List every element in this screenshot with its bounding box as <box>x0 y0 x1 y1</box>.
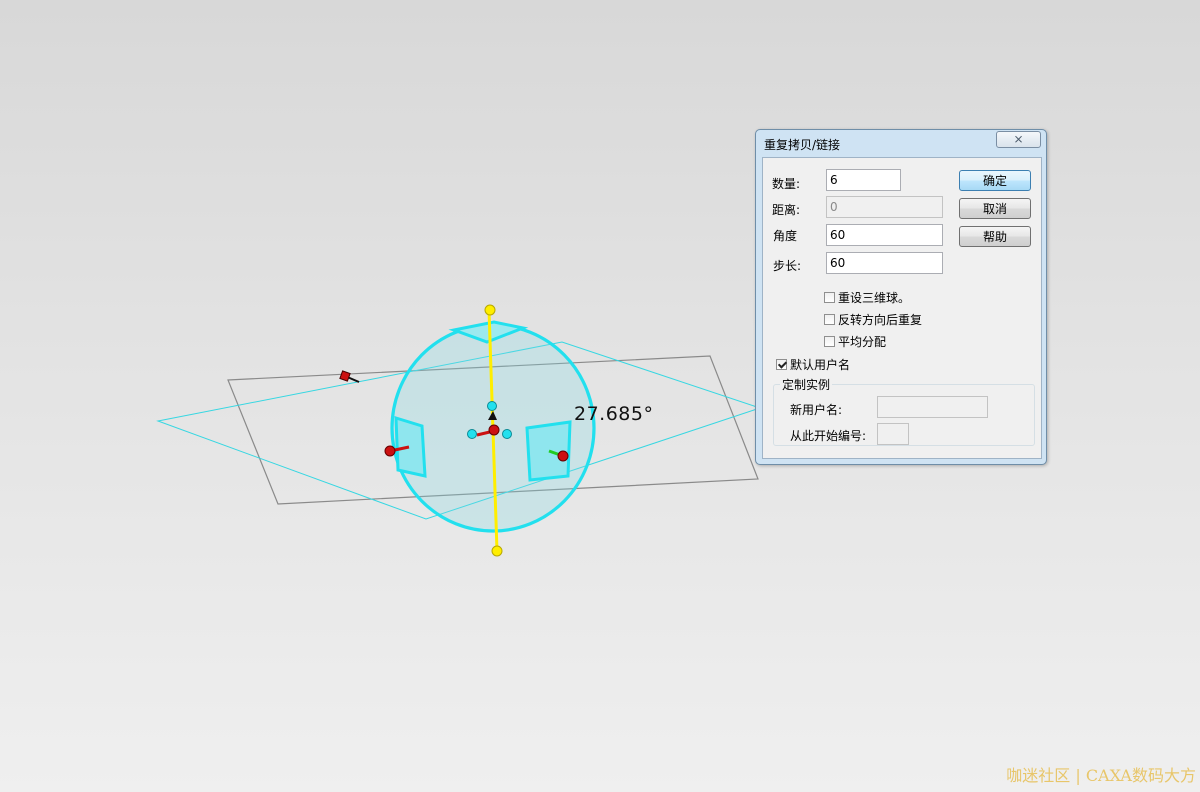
reverse-repeat-label: 反转方向后重复 <box>838 313 923 327</box>
angle-label: 角度 <box>773 229 798 243</box>
checkbox-box[interactable] <box>824 314 835 325</box>
angle-input[interactable] <box>826 224 943 246</box>
right-red-handle[interactable] <box>557 450 569 462</box>
close-button[interactable]: ⨯ <box>996 131 1041 148</box>
center-right-dot[interactable] <box>502 429 512 439</box>
dialog-title: 重复拷贝/链接 <box>764 138 841 152</box>
left-red-handle[interactable] <box>384 445 396 457</box>
count-input[interactable] <box>826 169 901 191</box>
start-number-label: 从此开始编号: <box>790 429 867 443</box>
center-left-dot[interactable] <box>467 429 477 439</box>
dialog-titlebar[interactable]: 重复拷贝/链接 ⨯ <box>756 130 1046 156</box>
angle-readout: 27.685° <box>574 403 654 425</box>
checkbox-box[interactable] <box>776 359 787 370</box>
reset-ball-label: 重设三维球。 <box>838 291 911 305</box>
new-username-label: 新用户名: <box>790 403 843 417</box>
count-label: 数量: <box>772 177 801 191</box>
checkbox-box[interactable] <box>824 336 835 347</box>
even-distribute-checkbox[interactable]: 平均分配 <box>824 333 886 350</box>
reset-ball-checkbox[interactable]: 重设三维球。 <box>824 289 910 306</box>
start-number-input[interactable] <box>877 423 909 445</box>
custom-instance-group: 定制实例 新用户名: 从此开始编号: <box>773 376 1035 446</box>
center-top-dot[interactable] <box>487 401 497 411</box>
left-face-handle[interactable] <box>394 415 427 478</box>
center-red-dot[interactable] <box>488 424 500 436</box>
default-username-checkbox[interactable]: 默认用户名 <box>776 356 850 373</box>
default-username-label: 默认用户名 <box>790 358 851 372</box>
cancel-button[interactable]: 取消 <box>959 198 1031 219</box>
reverse-repeat-checkbox[interactable]: 反转方向后重复 <box>824 311 922 328</box>
step-label: 步长: <box>773 259 802 273</box>
checkbox-box[interactable] <box>824 292 835 303</box>
axis-top-handle[interactable] <box>484 304 496 316</box>
distance-label: 距离: <box>772 203 801 217</box>
even-distribute-label: 平均分配 <box>838 335 887 349</box>
step-input[interactable] <box>826 252 943 274</box>
distance-input[interactable] <box>826 196 943 218</box>
dialog-body: 数量: 距离: 角度 步长: 确定 取消 帮助 重设三维球。 反转方向后重复 平… <box>762 157 1042 459</box>
new-username-input[interactable] <box>877 396 988 418</box>
plane-marker-handle[interactable] <box>339 370 351 382</box>
help-button[interactable]: 帮助 <box>959 226 1031 247</box>
ok-button[interactable]: 确定 <box>959 170 1031 191</box>
close-icon: ⨯ <box>1013 132 1024 146</box>
watermark: 咖迷社区 | CAXA数码大方 <box>1006 766 1196 785</box>
repeat-copy-dialog: 重复拷贝/链接 ⨯ 数量: 距离: 角度 步长: 确定 取消 帮助 重设三维球。… <box>755 129 1047 465</box>
custom-instance-title: 定制实例 <box>780 376 833 393</box>
axis-bottom-handle[interactable] <box>491 545 503 557</box>
